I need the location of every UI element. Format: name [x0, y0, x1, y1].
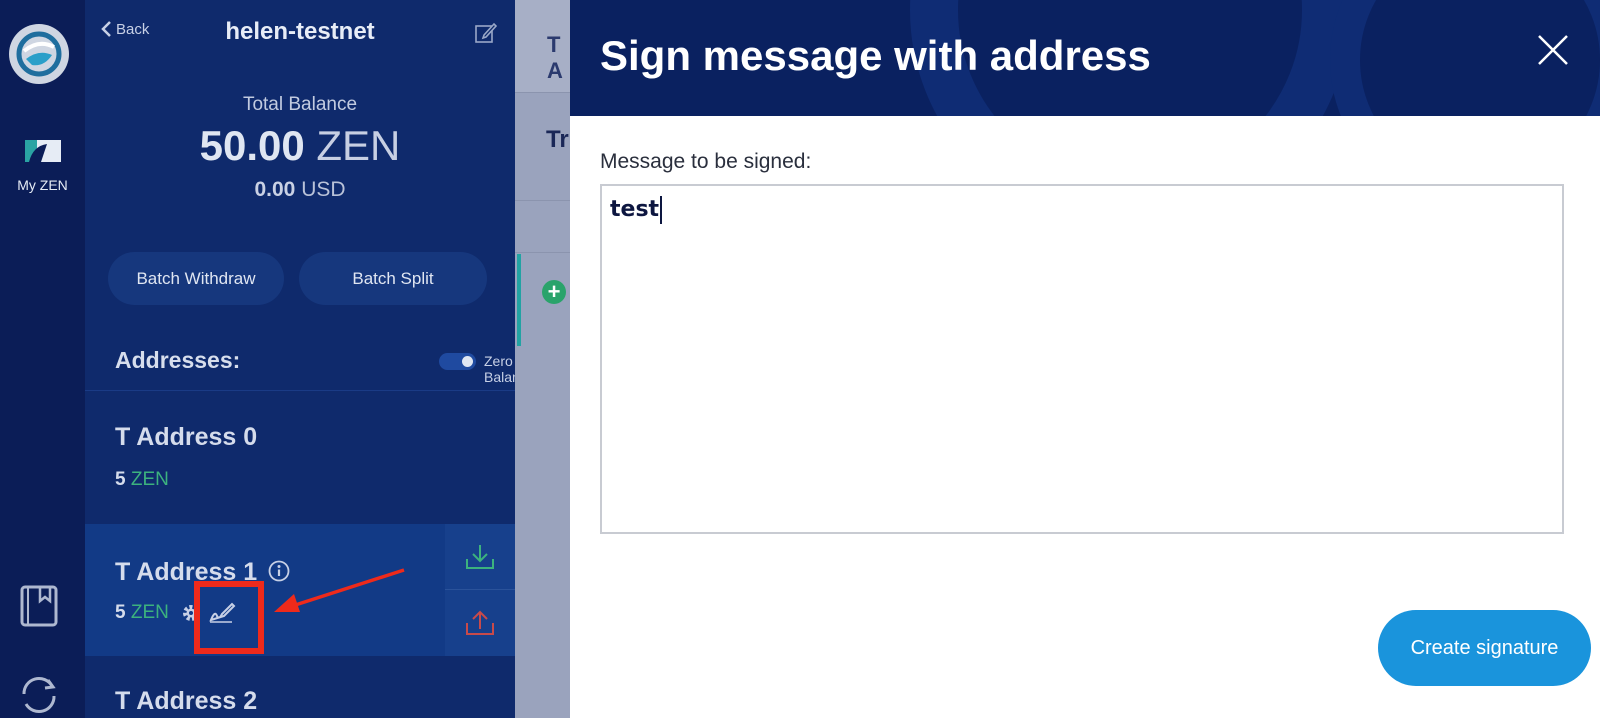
- upload-icon: [466, 610, 494, 635]
- wallet-name: helen-testnet: [225, 18, 375, 45]
- horizen-logo-icon[interactable]: [9, 24, 69, 84]
- address-name: T Address 2: [115, 687, 258, 715]
- total-balance-unit: ZEN: [316, 122, 401, 169]
- my-zen-label: My ZEN: [17, 177, 68, 193]
- download-icon: [466, 544, 494, 569]
- add-icon: +: [542, 280, 566, 304]
- batch-withdraw-button[interactable]: Batch Withdraw: [108, 252, 284, 305]
- receive-button[interactable]: [445, 524, 515, 590]
- text-caret: [660, 196, 663, 224]
- selection-accent: [517, 254, 521, 346]
- address-balance: 5 ZEN: [115, 469, 169, 491]
- modal-title: Sign message with address: [600, 32, 1151, 79]
- usd-balance: 0.00 USD: [85, 178, 515, 202]
- usd-amount: 0.00: [254, 178, 296, 201]
- annotation-arrow: [274, 568, 405, 612]
- message-field-label: Message to be signed:: [600, 150, 812, 173]
- address-name: T Address 0: [115, 423, 258, 451]
- sign-message-modal: Sign message with address Message to be …: [570, 0, 1600, 718]
- address-amount: 5: [115, 602, 126, 623]
- batch-split-button[interactable]: Batch Split: [299, 252, 487, 305]
- total-balance-label: Total Balance: [242, 94, 358, 115]
- total-balance-amount: 50.00: [199, 122, 305, 169]
- usd-unit: USD: [301, 178, 346, 201]
- address-book-icon[interactable]: [18, 583, 60, 629]
- address-item[interactable]: T Address 0 5 ZEN: [85, 391, 515, 523]
- address-actions: [445, 524, 515, 656]
- address-unit: ZEN: [130, 602, 169, 623]
- address-item[interactable]: T Address 2: [85, 657, 515, 718]
- left-icon-rail: My ZEN: [0, 0, 85, 718]
- background-tab-fragment: T A: [547, 32, 563, 83]
- my-zen-nav[interactable]: My ZEN: [0, 136, 85, 193]
- modal-header: Sign message with address: [570, 0, 1600, 116]
- message-text: test: [610, 197, 660, 222]
- sync-icon[interactable]: [18, 672, 60, 718]
- zero-balances-toggle[interactable]: [439, 353, 476, 370]
- background-heading-fragment: Tr: [546, 126, 569, 153]
- divider: [515, 252, 570, 253]
- dimmed-background: T A Tr +: [515, 0, 570, 718]
- create-signature-button[interactable]: Create signature: [1378, 610, 1591, 686]
- total-balance-value: 50.00 ZEN: [85, 122, 515, 170]
- address-unit: ZEN: [130, 469, 169, 490]
- send-button[interactable]: [445, 590, 515, 656]
- addresses-heading: Addresses:: [115, 347, 241, 373]
- divider: [515, 200, 570, 201]
- address-balance: 5 ZEN: [115, 602, 169, 624]
- message-textarea[interactable]: test: [600, 184, 1564, 534]
- edit-icon[interactable]: [475, 22, 497, 44]
- my-zen-icon: [24, 140, 61, 162]
- annotation-highlight-box: [194, 581, 264, 654]
- close-icon[interactable]: [1536, 33, 1570, 67]
- address-amount: 5: [115, 469, 126, 490]
